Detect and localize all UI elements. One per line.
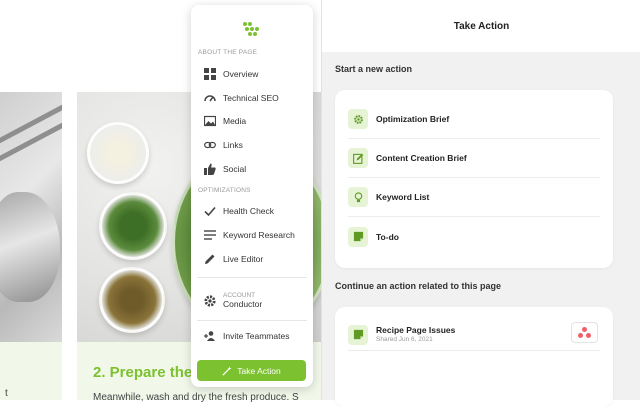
check-icon — [203, 205, 217, 217]
take-action-panel: Take Action Start a new action Optimizat… — [321, 0, 640, 407]
add-person-icon — [203, 330, 217, 342]
nav-label: Live Editor — [223, 254, 264, 264]
action-content-creation-brief[interactable]: Content Creation Brief — [348, 139, 600, 178]
section-label-about: ABOUT THE PAGE — [198, 49, 258, 56]
parsley-bowl — [99, 192, 167, 260]
nav-item-media[interactable]: Media — [203, 112, 307, 130]
cookware-photo — [0, 92, 62, 342]
nav-item-technical-seo[interactable]: Technical SEO — [203, 89, 307, 107]
action-optimization-brief[interactable]: Optimization Brief — [348, 100, 600, 139]
take-action-label: Take Action — [237, 365, 281, 376]
nav-item-live-editor[interactable]: Live Editor — [203, 250, 307, 268]
divider — [197, 277, 307, 278]
image-icon — [203, 115, 217, 127]
asana-icon — [571, 322, 598, 343]
nav-label: Technical SEO — [223, 93, 279, 103]
step-heading: 2. Prepare the — [93, 364, 193, 381]
nav-label: Links — [223, 140, 243, 150]
divider — [197, 320, 307, 321]
nav-label: Overview — [223, 69, 259, 79]
panel-title: Take Action — [453, 20, 510, 32]
new-action-card: Optimization Brief Content Creation Brie… — [335, 90, 613, 268]
nav-label: Media — [223, 116, 247, 126]
action-label: Content Creation Brief — [376, 153, 467, 163]
walnut-bowl — [99, 267, 165, 333]
lightbulb-icon — [348, 187, 368, 207]
extension-sidebar: ABOUT THE PAGE Overview Technical SEO Me… — [191, 5, 313, 387]
pencil-icon — [203, 253, 217, 265]
continue-item-title: Recipe Page Issues — [376, 324, 456, 335]
note-icon — [348, 324, 368, 345]
nav-item-links[interactable]: Links — [203, 136, 307, 154]
take-action-button[interactable]: Take Action — [197, 360, 306, 381]
nav-item-keyword-research[interactable]: Keyword Research — [203, 226, 307, 244]
continue-action-heading: Continue an action related to this page — [335, 281, 502, 291]
gear-icon — [348, 109, 368, 129]
action-label: Keyword List — [376, 192, 430, 202]
grid-icon — [203, 68, 217, 80]
nav-label: Health Check — [223, 206, 275, 216]
gear-icon — [203, 294, 217, 307]
gauge-icon — [203, 92, 217, 104]
step-text: Meanwhile, wash and dry the fresh produc… — [93, 392, 299, 403]
hex-dots-logo — [243, 22, 259, 38]
action-label: To-do — [376, 231, 399, 242]
nav-label: Invite Teammates — [223, 331, 290, 341]
garlic-bowl — [87, 122, 149, 184]
nav-label: Social — [223, 164, 247, 174]
continue-item-recipe-page-issues[interactable]: Recipe Page Issues Shared Jun 6, 2021 — [348, 319, 600, 351]
action-to-do[interactable]: To-do — [348, 217, 600, 256]
lines-icon — [203, 229, 217, 241]
account-switcher[interactable]: ACCOUNT Conductor — [203, 291, 307, 309]
nav-item-overview[interactable]: Overview — [203, 65, 307, 83]
link-icon — [203, 139, 217, 151]
note-icon — [348, 226, 368, 247]
nav-item-social[interactable]: Social — [203, 160, 307, 178]
section-label-optimizations: OPTIMIZATIONS — [198, 187, 251, 194]
thumbs-up-icon — [203, 163, 217, 175]
continue-item-date: Shared Jun 6, 2021 — [376, 335, 433, 343]
nav-item-health-check[interactable]: Health Check — [203, 202, 307, 220]
account-name: Conductor — [223, 299, 263, 309]
text-fragment: t — [5, 388, 8, 399]
action-keyword-list[interactable]: Keyword List — [348, 178, 600, 217]
panel-header: Take Action — [322, 0, 640, 52]
continue-action-card: Recipe Page Issues Shared Jun 6, 2021 — [335, 307, 613, 407]
new-action-heading: Start a new action — [335, 64, 413, 74]
nav-label: Keyword Research — [223, 230, 295, 240]
magic-wand-icon — [222, 365, 232, 376]
invite-teammates-link[interactable]: Invite Teammates — [203, 327, 307, 345]
edit-icon — [348, 148, 368, 168]
action-label: Optimization Brief — [376, 114, 450, 124]
